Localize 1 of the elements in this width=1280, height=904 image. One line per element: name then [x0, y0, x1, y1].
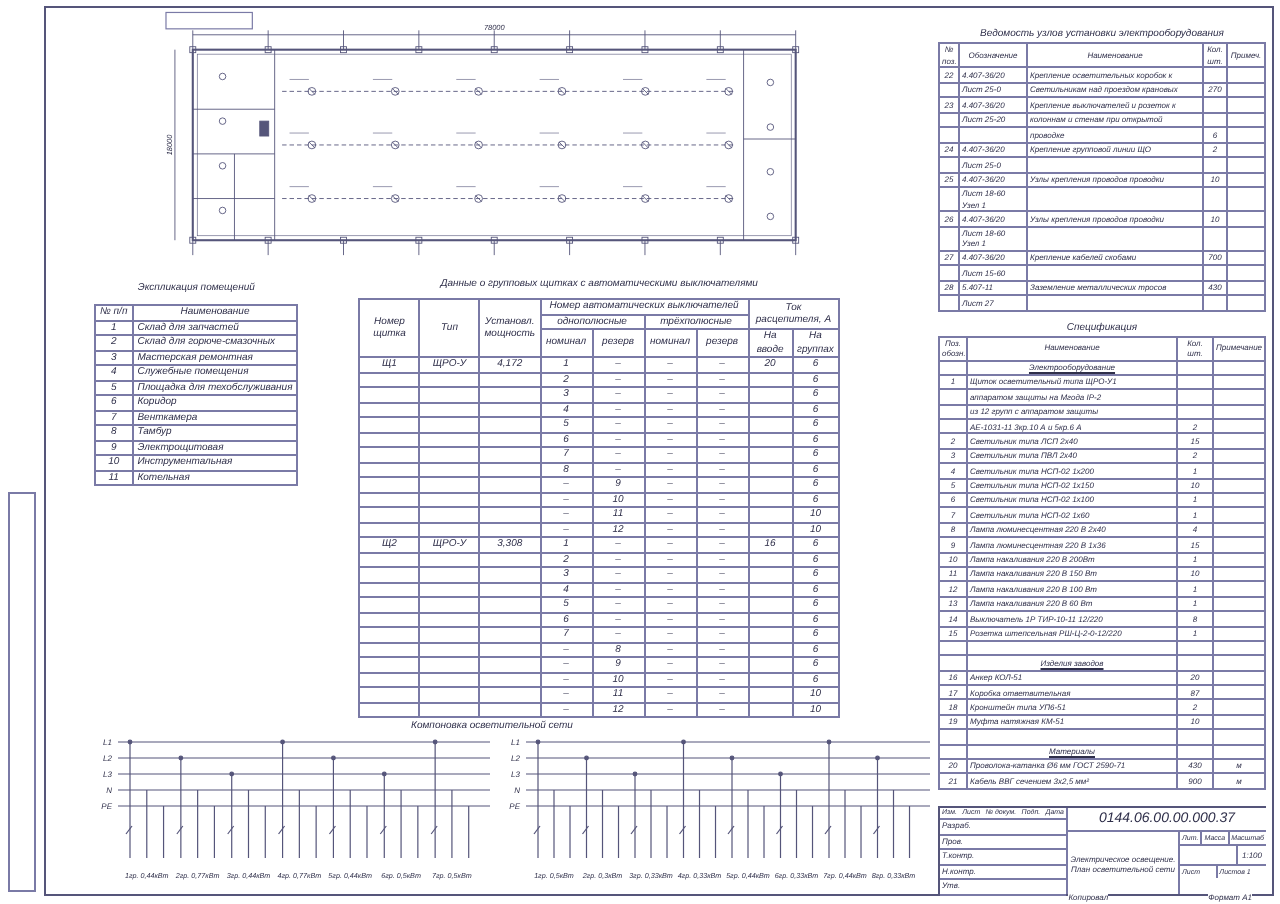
stamp-box — [165, 11, 253, 30]
